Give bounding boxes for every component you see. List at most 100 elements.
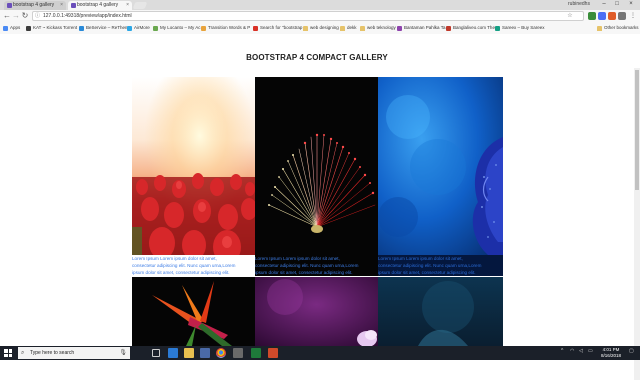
tulips-photo: [132, 77, 255, 255]
extension-icon[interactable]: [618, 12, 626, 20]
bookmark-label: Banglaliveo.com The: [453, 25, 495, 30]
bookmark-web-designing[interactable]: web designing: [303, 24, 339, 32]
apps-icon: [3, 26, 8, 31]
site-icon: [127, 26, 132, 31]
blue-flower-photo: [378, 77, 503, 255]
store-icon[interactable]: [200, 348, 210, 358]
bookmark-label: My Locanto – My Ac: [160, 25, 201, 30]
caption-1: Lorem Ipsum Lorem ipsum dolor sit amet, …: [132, 255, 255, 276]
bookmark-label: Sareex – Buy Sareex: [502, 25, 545, 30]
chrome-icon[interactable]: [216, 348, 226, 358]
site-icon: [201, 26, 206, 31]
bookmark-kat[interactable]: KAT ~ Kickass Torrent: [26, 24, 77, 32]
app-icon[interactable]: [268, 348, 278, 358]
bookmark-label: Other bookmarks: [604, 25, 639, 30]
minimize-icon[interactable]: –: [598, 0, 610, 8]
red-flower-photo: [255, 77, 378, 255]
page-viewport: BOOTSTRAP 4 COMPACT GALLERY Lorem Ipsum …: [0, 34, 640, 380]
taskbar-search-placeholder: Type here to search: [30, 350, 75, 356]
bird-of-paradise-photo: [132, 277, 255, 346]
notification-icon[interactable]: ▢: [629, 348, 634, 354]
caption-1-line-3: ipsum dolor sit amet, consectetur adipis…: [132, 270, 230, 275]
scrollbar-thumb[interactable]: [635, 70, 639, 190]
new-tab-button[interactable]: [132, 2, 148, 9]
dark-teal-photo: [378, 277, 503, 346]
folder-icon: [303, 26, 308, 31]
tab-1-title: bootstrap 4 gallery: [13, 2, 55, 8]
gallery-image-red-flower[interactable]: [255, 77, 378, 255]
search-icon: ⌕: [21, 350, 25, 356]
extension-icon[interactable]: [608, 12, 616, 20]
close-window-icon[interactable]: ×: [625, 0, 637, 8]
bookmark-label: Search for "bootstrap: [260, 25, 303, 30]
tab-2[interactable]: bootstrap 4 gallery ×: [68, 1, 132, 10]
bookmark-search[interactable]: Search for "bootstrap: [253, 24, 302, 32]
bookmark-bantaman[interactable]: Bantaman Pahlka Ta: [397, 24, 445, 32]
battery-icon[interactable]: ▭: [588, 348, 593, 354]
gallery-image-tulips[interactable]: [132, 77, 255, 255]
caption-3-line-3: ipsum dolor sit amet, consectetur adipis…: [378, 270, 476, 275]
site-icon: [253, 26, 258, 31]
extension-icon[interactable]: [588, 12, 596, 20]
windows-start-icon[interactable]: [4, 349, 12, 357]
profile-name[interactable]: rubinedhs: [568, 1, 590, 7]
bookmark-label: web teknology: [367, 25, 396, 30]
taskbar-search-input[interactable]: ⌕ Type here to search 🎙: [18, 347, 130, 359]
bookmark-web-teknology[interactable]: web teknology: [360, 24, 396, 32]
caption-1-line-1: Lorem Ipsum Lorem ipsum dolor sit amet,: [132, 256, 217, 261]
tab-favicon-icon: [7, 3, 12, 8]
network-icon[interactable]: ◠: [570, 348, 574, 354]
edge-icon[interactable]: [168, 348, 178, 358]
microphone-icon[interactable]: 🎙: [119, 347, 127, 359]
bookmark-beservice[interactable]: BeService – ReTheme: [79, 24, 131, 32]
bookmark-other[interactable]: Other bookmarks: [597, 24, 639, 32]
page-scrollbar[interactable]: [634, 68, 640, 380]
maximize-icon[interactable]: □: [611, 0, 623, 8]
site-icon: [79, 26, 84, 31]
site-icon: [446, 26, 451, 31]
bookmark-locanto[interactable]: My Locanto – My Ac: [153, 24, 201, 32]
gallery-image-dark-teal[interactable]: [378, 277, 503, 346]
task-view-icon[interactable]: [152, 349, 160, 357]
folder-icon: [597, 26, 602, 31]
caption-3-line-1: Lorem Ipsum Lorem ipsum dolor sit amet,: [378, 256, 463, 261]
taskbar-clock[interactable]: 4:01 PM 8/16/2018: [596, 347, 626, 359]
site-icon: [26, 26, 31, 31]
bookmark-label: Bantaman Pahlka Ta: [404, 25, 446, 30]
caption-1-line-2: consectetur adipiscing elit. Nunc quam u…: [132, 263, 236, 268]
extension-icon[interactable]: [598, 12, 606, 20]
gallery-image-bird-of-paradise[interactable]: [132, 277, 255, 346]
menu-icon[interactable]: ⋮: [629, 12, 637, 20]
site-icon: [495, 26, 500, 31]
bookmark-sareex[interactable]: Sareex – Buy Sareex: [495, 24, 545, 32]
caption-2: Lorem Ipsum Lorem ipsum dolor sit amet, …: [255, 255, 378, 276]
gallery-image-purple[interactable]: [255, 277, 378, 346]
tray-chevron-icon[interactable]: ^: [561, 348, 563, 354]
file-explorer-icon[interactable]: [184, 348, 194, 358]
volume-icon[interactable]: ◁: [579, 348, 583, 354]
gallery-image-blue-flower[interactable]: [378, 77, 503, 255]
bookmark-label: Apps: [10, 25, 21, 30]
browser-toolbar: ← → ↻ ⓘ 127.0.0.1:49318/preview/app/inde…: [0, 10, 640, 22]
clock-date: 8/16/2018: [600, 353, 622, 358]
bookmark-label: BeService – ReTheme: [86, 25, 132, 30]
bookmark-label: web designing: [310, 25, 339, 30]
bookmark-dekk[interactable]: dekk: [340, 24, 357, 32]
taskbar: ⌕ Type here to search 🎙 ^ ◠ ◁ ▭ 4:01 PM …: [0, 346, 640, 360]
bookmark-banglalive[interactable]: Banglaliveo.com The: [446, 24, 495, 32]
bookmark-apps[interactable]: Apps: [3, 24, 20, 32]
bookmark-airmore[interactable]: AirMore: [127, 24, 150, 32]
app-icon[interactable]: [233, 348, 243, 358]
star-icon[interactable]: ☆: [566, 12, 574, 20]
close-icon[interactable]: ×: [60, 1, 63, 10]
bookmark-transition[interactable]: Transition Words & P: [201, 24, 250, 32]
address-bar[interactable]: ⓘ 127.0.0.1:49318/preview/app/index.html: [32, 11, 584, 21]
bookmark-label: Transition Words & P: [208, 25, 251, 30]
terminal-icon[interactable]: [251, 348, 261, 358]
info-icon[interactable]: ⓘ: [35, 12, 40, 20]
reload-icon[interactable]: ↻: [20, 11, 30, 21]
tab-1[interactable]: bootstrap 4 gallery ×: [4, 1, 66, 10]
close-icon[interactable]: ×: [126, 1, 129, 10]
caption-2-line-1: Lorem Ipsum Lorem ipsum dolor sit amet,: [255, 256, 340, 261]
folder-icon: [360, 26, 365, 31]
